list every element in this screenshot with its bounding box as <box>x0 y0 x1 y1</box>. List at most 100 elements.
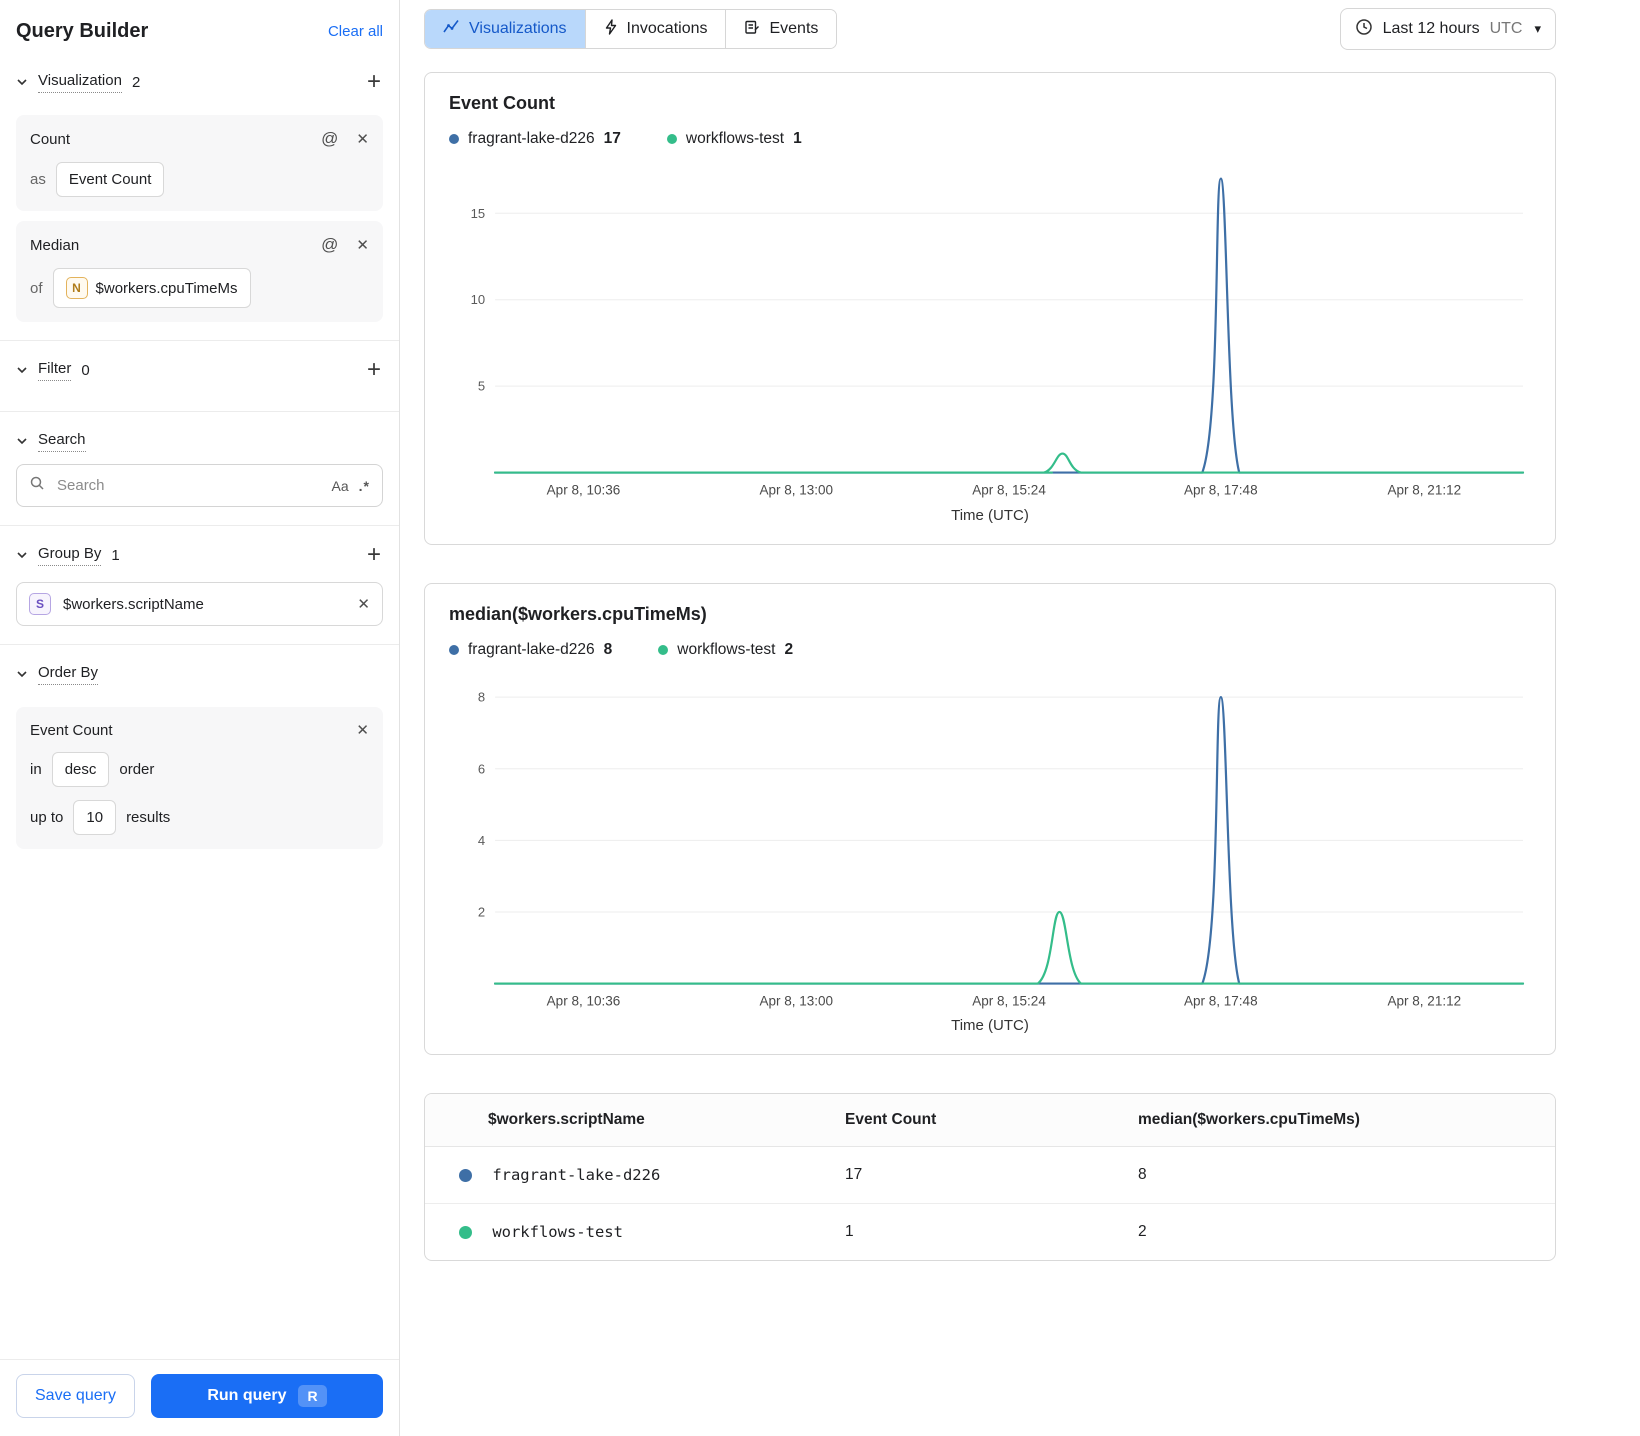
filter-section: Filter 0 + <box>0 340 399 411</box>
script-name: workflows-test <box>492 1223 623 1242</box>
chevron-down-icon[interactable] <box>16 668 28 680</box>
chevron-down-icon[interactable] <box>16 364 28 376</box>
group-by-value: $workers.scriptName <box>63 595 204 613</box>
filter-section-label[interactable]: Filter <box>38 360 72 381</box>
of-label: of <box>30 279 43 297</box>
remove-visualization-icon[interactable]: ✕ <box>356 236 369 254</box>
search-input[interactable] <box>55 476 322 495</box>
legend-dot <box>449 134 459 144</box>
event-count-cell: 17 <box>833 1146 1126 1205</box>
up-to-label: up to <box>30 809 64 826</box>
remove-group-by-icon[interactable]: ✕ <box>357 595 370 613</box>
median-cell: 8 <box>1126 1146 1555 1205</box>
legend-item[interactable]: fragrant-lake-d226 8 <box>449 641 612 659</box>
event-count-line-chart: 5 10 15 Apr 8, 10:36 Apr 8, 13:00 Apr 8, 15:2… <box>471 177 1525 498</box>
add-group-by-button[interactable]: + <box>365 543 383 567</box>
svg-text:Apr 8, 21:12: Apr 8, 21:12 <box>1387 993 1461 1008</box>
save-query-button[interactable]: Save query <box>16 1374 135 1418</box>
median-cell: 2 <box>1138 1223 1147 1241</box>
time-range-label: Last 12 hours <box>1382 20 1480 37</box>
legend-item[interactable]: workflows-test 1 <box>666 130 802 148</box>
tab-label: Visualizations <box>469 20 567 37</box>
run-query-button[interactable]: Run query R <box>150 1374 383 1418</box>
results-table-card: $workers.scriptName Event Count median($… <box>424 1093 1556 1262</box>
svg-text:Apr 8, 15:24: Apr 8, 15:24 <box>972 483 1046 498</box>
results-main: Visualizations Invocations Events Last 1… <box>400 0 1640 1436</box>
visualization-card-title: Median <box>30 236 80 254</box>
column-header: Event Count <box>833 1094 1126 1148</box>
regex-icon[interactable]: .* <box>359 478 370 494</box>
number-field-icon: N <box>65 277 88 299</box>
chevron-down-icon[interactable] <box>16 549 28 561</box>
column-header: median($workers.cpuTimeMs) <box>1126 1094 1555 1148</box>
tab-visualizations[interactable]: Visualizations <box>425 10 585 48</box>
chevron-down-icon[interactable] <box>16 76 28 88</box>
tab-events[interactable]: Events <box>725 10 837 48</box>
search-icon <box>29 475 45 496</box>
chart-legend: fragrant-lake-d226 8 workflows-test 2 <box>449 641 1531 659</box>
search-input-wrap: Aa .* <box>16 464 383 507</box>
alias-at-icon[interactable]: @ <box>321 129 338 149</box>
svg-text:Apr 8, 13:00: Apr 8, 13:00 <box>759 993 833 1008</box>
group-by-item[interactable]: S $workers.scriptName ✕ <box>16 582 383 626</box>
svg-text:15: 15 <box>471 206 485 221</box>
tab-label: Events <box>769 20 819 37</box>
clock-icon <box>1355 18 1373 41</box>
order-by-section-label[interactable]: Order By <box>38 664 99 685</box>
svg-text:6: 6 <box>478 761 485 776</box>
remove-visualization-icon[interactable]: ✕ <box>356 130 369 148</box>
time-range-dropdown[interactable]: Last 12 hours UTC ▾ <box>1339 8 1556 50</box>
remove-order-by-icon[interactable]: ✕ <box>356 721 369 739</box>
add-visualization-button[interactable]: + <box>365 70 383 94</box>
visualization-card-title: Count <box>30 130 71 148</box>
group-by-section-label[interactable]: Group By <box>38 545 102 566</box>
legend-value: 8 <box>603 640 613 658</box>
event-count-cell: 1 <box>845 1223 854 1241</box>
legend-name: workflows-test <box>685 130 785 147</box>
svg-text:Apr 8, 10:36: Apr 8, 10:36 <box>547 993 621 1008</box>
field-value-chip[interactable]: N $workers.cpuTimeMs <box>52 268 251 308</box>
search-section: Search Aa .* <box>0 411 399 525</box>
group-by-section: Group By 1 + S $workers.scriptName ✕ <box>0 525 399 644</box>
legend-item[interactable]: fragrant-lake-d226 17 <box>449 130 621 148</box>
visualization-card-median: Median @ ✕ of N $workers.cpuTimeMs <box>16 221 383 322</box>
legend-value: 1 <box>793 130 802 147</box>
event-count-chart-card: Event Count fragrant-lake-d226 17 workfl… <box>424 72 1556 545</box>
legend-dot <box>666 134 677 144</box>
table-row[interactable]: workflows-test 1 2 <box>425 1204 1555 1261</box>
run-query-label: Run query <box>207 1387 287 1404</box>
limit-chip[interactable]: 10 <box>73 800 117 835</box>
clear-all-link[interactable]: Clear all <box>328 23 383 40</box>
string-field-icon: S <box>29 593 51 615</box>
search-section-label[interactable]: Search <box>38 431 86 452</box>
tab-label: Invocations <box>626 20 708 37</box>
field-value: $workers.cpuTimeMs <box>95 279 238 297</box>
legend-item[interactable]: workflows-test 2 <box>658 641 793 659</box>
chart-title: Event Count <box>449 93 555 113</box>
visualization-section-label[interactable]: Visualization <box>38 72 122 93</box>
chevron-down-icon[interactable] <box>16 435 28 447</box>
table-row[interactable]: fragrant-lake-d226 17 8 <box>425 1146 1555 1205</box>
order-label: order <box>119 761 155 778</box>
results-table: $workers.scriptName Event Count median($… <box>425 1094 1555 1260</box>
in-label: in <box>30 761 42 778</box>
svg-text:Apr 8, 17:48: Apr 8, 17:48 <box>1184 993 1258 1008</box>
svg-text:5: 5 <box>478 379 485 394</box>
sidebar-header: Query Builder Clear all <box>0 0 399 53</box>
alias-value-chip[interactable]: Event Count <box>55 162 165 197</box>
direction-chip[interactable]: desc <box>51 752 110 787</box>
tab-invocations[interactable]: Invocations <box>584 10 726 48</box>
view-tabs: Visualizations Invocations Events <box>424 9 838 49</box>
events-note-icon <box>744 19 760 40</box>
add-filter-button[interactable]: + <box>365 358 383 382</box>
svg-text:4: 4 <box>478 833 485 848</box>
line-chart-icon <box>443 19 460 39</box>
table-header-row: $workers.scriptName Event Count median($… <box>425 1094 1555 1148</box>
alias-at-icon[interactable]: @ <box>321 235 338 255</box>
legend-name: workflows-test <box>677 640 776 658</box>
query-builder-sidebar: Query Builder Clear all Visualization 2 … <box>0 0 400 1436</box>
svg-text:2: 2 <box>478 904 485 919</box>
match-case-icon[interactable]: Aa <box>332 478 349 494</box>
legend-name: fragrant-lake-d226 <box>468 130 595 147</box>
run-shortcut-badge: R <box>298 1385 327 1407</box>
